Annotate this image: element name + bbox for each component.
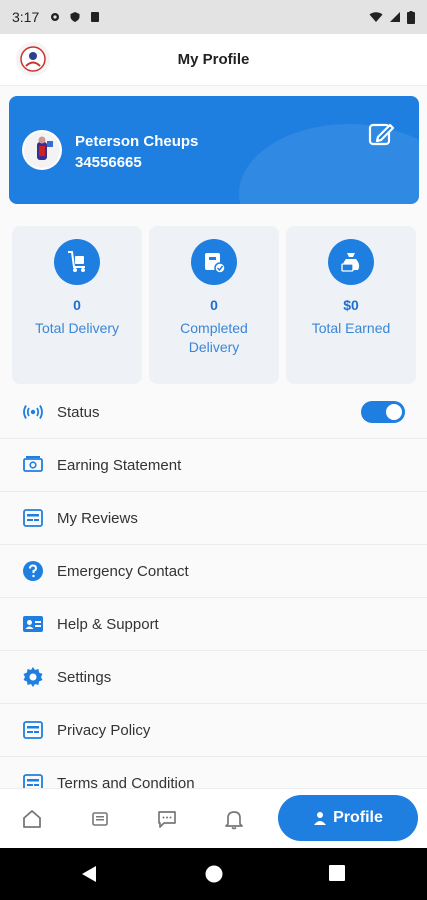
nav-chat-icon[interactable] [155,807,179,831]
stat-total-delivery[interactable]: 0 Total Delivery [12,226,142,384]
avatar-image [24,132,60,168]
stat-value: $0 [343,297,359,313]
stat-label: Completed Delivery [180,320,248,355]
toggle-knob [386,404,402,420]
menu-item-label: Earning Statement [57,456,182,474]
nav-profile-button[interactable]: Profile [278,795,418,841]
menu-item-privacy-policy[interactable]: Privacy Policy [0,704,427,757]
menu-item-label: Emergency Contact [57,562,189,580]
avatar [22,130,62,170]
profile-card: Peterson Cheups 34556665 [9,96,419,204]
menu-item-status[interactable]: Status [0,386,427,439]
edit-profile-icon[interactable] [367,120,395,148]
logo-icon [20,46,46,72]
box-check-icon [205,253,226,274]
stat-label: Total Delivery [34,320,120,336]
profile-phone: 34556665 [75,154,142,171]
back-icon[interactable] [80,864,98,884]
bottom-navigation: Profile [0,788,427,848]
profile-scroll-area[interactable]: Peterson Cheups 34556665 0 Total Deliver… [0,86,427,788]
menu-item-help-support[interactable]: Help & Support [0,598,427,651]
stat-icon-circle [54,239,100,285]
sim-status-icon [91,12,100,22]
recents-icon[interactable] [328,864,346,882]
nav-profile-label: Profile [333,809,383,826]
stat-icon-circle [191,239,237,285]
menu-item-earning-statement[interactable]: Earning Statement [0,439,427,492]
menu-item-terms-condition[interactable]: Terms and Condition [0,757,427,788]
stat-value: 0 [73,297,81,313]
question-icon [22,560,44,582]
document-list-icon [22,772,44,788]
settings-status-icon [51,13,60,21]
app-logo [16,42,50,76]
stat-total-earned[interactable]: $0 Total Earned [286,226,416,384]
home-system-icon[interactable] [204,864,224,884]
menu-item-label: Settings [57,668,112,686]
menu-item-settings[interactable]: Settings [0,651,427,704]
document-list-icon [22,507,44,529]
broadcast-icon [22,401,44,423]
menu-item-my-reviews[interactable]: My Reviews [0,492,427,545]
person-icon [314,812,327,825]
profile-menu: Status Earning Statement My Reviews Emer… [0,386,427,788]
profile-name: Peterson Cheups [75,133,199,150]
stat-completed-delivery[interactable]: 0 Completed Delivery [149,226,279,384]
stat-label: Total Earned [311,320,391,336]
battery-icon [407,10,415,24]
contact-card-icon [22,613,44,635]
status-toggle[interactable] [361,401,405,423]
menu-item-emergency-contact[interactable]: Emergency Contact [0,545,427,598]
status-bar: 3:17 [0,0,427,34]
nav-orders-icon[interactable] [88,807,112,831]
page-title: My Profile [177,51,250,68]
cash-icon [22,454,44,476]
menu-item-label: Help & Support [57,615,159,633]
nav-notifications-icon[interactable] [222,807,246,831]
nav-home-icon[interactable] [20,807,44,831]
signal-icon [390,12,400,22]
cart-icon [68,251,85,272]
gear-icon [22,666,44,688]
shield-status-icon [70,12,80,22]
document-list-icon [22,719,44,741]
stat-icon-circle [328,239,374,285]
wifi-icon [369,12,383,22]
menu-item-label: Status [57,403,100,421]
status-time: 3:17 [12,9,40,25]
stat-value: 0 [210,297,218,313]
system-navigation-bar [0,848,427,900]
menu-item-label: Terms and Condition [57,774,195,789]
app-header: My Profile [0,34,427,86]
menu-item-label: Privacy Policy [57,721,151,739]
money-bag-icon [341,253,360,272]
stats-row: 0 Total Delivery 0 Completed Delivery $0… [12,226,416,384]
menu-item-label: My Reviews [57,509,138,527]
